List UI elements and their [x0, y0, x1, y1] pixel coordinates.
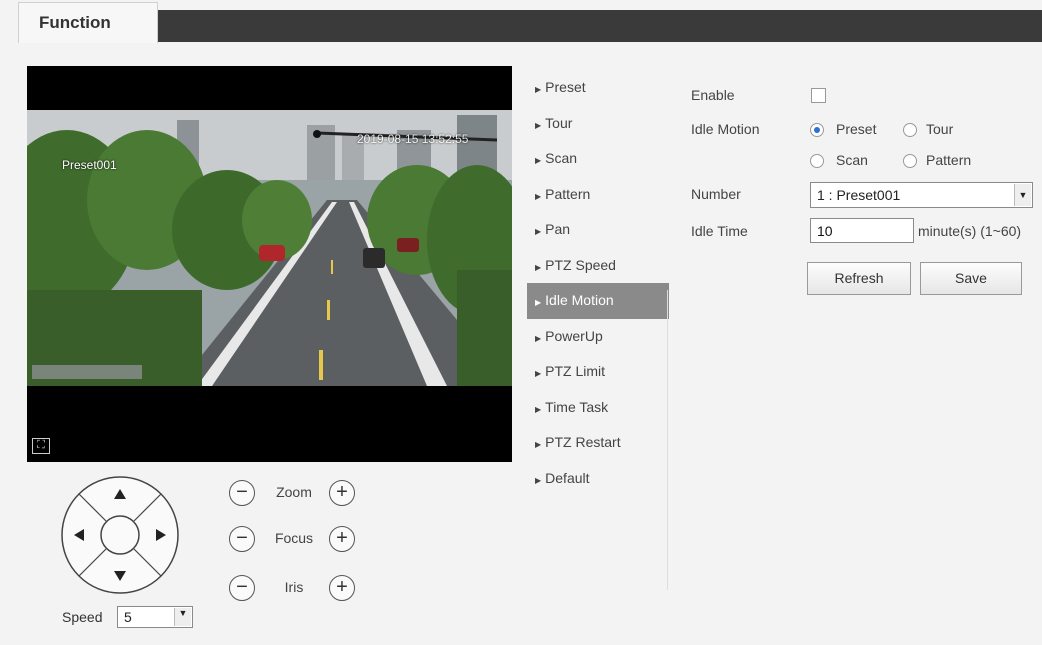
speed-value: 5 — [124, 609, 132, 625]
enable-checkbox[interactable] — [811, 88, 826, 103]
caret-right-icon: ▶ — [535, 369, 542, 378]
caret-right-icon: ▶ — [535, 156, 542, 165]
menu-item-label: PTZ Speed — [545, 256, 616, 273]
radio-scan[interactable] — [810, 154, 824, 168]
menu-item-label: Preset — [545, 79, 586, 95]
video-timestamp: 2019-08-15 13:52:55 — [357, 132, 469, 146]
menu-item-label: PTZ Limit — [545, 363, 606, 379]
tab-bar — [156, 10, 1042, 42]
radio-preset[interactable] — [810, 123, 824, 137]
menu-item-scan[interactable]: ▶ Scan — [527, 141, 669, 177]
radio-pattern[interactable] — [903, 154, 917, 168]
menu-item-idle-motion[interactable]: ▶ Idle Motion — [527, 283, 669, 319]
menu-item-ptz-restart[interactable]: ▶ PTZ Restart — [527, 425, 669, 461]
iris-label: Iris — [284, 579, 304, 595]
caret-right-icon: ▶ — [535, 191, 542, 201]
menu-item-label: PTZ Restart — [545, 434, 621, 450]
menu-item-default[interactable]: ▶ Default — [527, 461, 669, 497]
caret-right-icon: ▶ — [535, 475, 542, 485]
speed-select[interactable]: 5 ▼ — [117, 606, 193, 628]
fullscreen-icon[interactable]: ⛶ — [32, 438, 50, 454]
scene-image — [27, 110, 512, 386]
caret-right-icon: ▶ — [535, 298, 542, 307]
idle-motion-label: Idle Motion — [691, 121, 760, 137]
caret-right-icon: ▶ — [535, 404, 542, 414]
chevron-down-icon: ▼ — [174, 608, 191, 626]
save-button[interactable]: Save — [920, 262, 1022, 295]
menu-item-time-task[interactable]: ▶ Time Task — [527, 390, 669, 426]
menu-item-pan[interactable]: ▶ Pan — [527, 212, 669, 248]
menu-item-label: Tour — [545, 114, 573, 131]
video-preset-osd: Preset001 — [62, 158, 117, 172]
number-value: 1 : Preset001 — [817, 187, 901, 203]
radio-scan-label: Scan — [836, 152, 868, 168]
zoom-plus-button[interactable]: + — [329, 480, 355, 506]
menu-item-ptz-limit[interactable]: ▶ PTZ Limit — [527, 354, 669, 390]
radio-tour-label: Tour — [926, 121, 954, 137]
ptz-function-page: Function 2019-08-15 13:52:55 Preset001 ⛶… — [0, 0, 1042, 645]
menu-item-label: Pan — [545, 221, 571, 237]
menu-item-label: Default — [545, 469, 590, 486]
caret-right-icon: ▶ — [535, 262, 542, 272]
caret-right-icon: ▶ — [535, 333, 542, 343]
menu-item-label: Time Task — [545, 398, 609, 415]
iris-minus-button[interactable]: − — [229, 575, 255, 601]
zoom-minus-button[interactable]: − — [229, 480, 255, 506]
focus-label: Focus — [274, 530, 314, 546]
live-video: 2019-08-15 13:52:55 Preset001 ⛶ — [27, 66, 512, 462]
caret-right-icon: ▶ — [535, 440, 542, 449]
refresh-button[interactable]: Refresh — [807, 262, 911, 295]
camera-scene: 2019-08-15 13:52:55 Preset001 — [27, 110, 512, 386]
menu-item-label: Scan — [545, 150, 578, 166]
menu-item-ptz-speed[interactable]: ▶ PTZ Speed — [527, 248, 669, 284]
focus-plus-button[interactable]: + — [329, 526, 355, 552]
tab-header: Function — [0, 0, 1042, 44]
speed-label: Speed — [62, 609, 103, 625]
enable-label: Enable — [691, 87, 735, 103]
idle-time-input[interactable] — [810, 218, 914, 243]
radio-preset-label: Preset — [836, 121, 877, 137]
ptz-menu: ▶ Preset ▶ Tour ▶ Scan ▶ Pattern ▶ Pan ▶ PTZ Speed ▶… — [527, 70, 669, 496]
menu-item-pattern[interactable]: ▶ Pattern — [527, 177, 669, 213]
number-select[interactable]: 1 : Preset001 ▼ — [810, 182, 1033, 208]
menu-item-label: PowerUp — [545, 327, 603, 344]
chevron-down-icon: ▼ — [1014, 184, 1031, 206]
idle-time-unit: minute(s) (1~60) — [918, 223, 1022, 239]
radio-pattern-label: Pattern — [926, 152, 972, 168]
menu-item-tour[interactable]: ▶ Tour — [527, 106, 669, 142]
menu-divider — [667, 290, 668, 590]
menu-item-label: Pattern — [545, 185, 591, 202]
ptz-direction-pad[interactable] — [60, 475, 180, 595]
iris-plus-button[interactable]: + — [329, 575, 355, 601]
zoom-label: Zoom — [276, 484, 312, 500]
caret-right-icon: ▶ — [535, 85, 542, 94]
caret-right-icon: ▶ — [535, 227, 542, 236]
caret-right-icon: ▶ — [535, 120, 542, 130]
idle-time-label: Idle Time — [691, 223, 748, 239]
focus-minus-button[interactable]: − — [229, 526, 255, 552]
menu-item-label: Idle Motion — [545, 292, 614, 308]
menu-item-powerup[interactable]: ▶ PowerUp — [527, 319, 669, 355]
menu-item-preset[interactable]: ▶ Preset — [527, 70, 669, 106]
radio-tour[interactable] — [903, 123, 917, 137]
tab-function[interactable]: Function — [18, 2, 158, 43]
number-label: Number — [691, 186, 741, 202]
